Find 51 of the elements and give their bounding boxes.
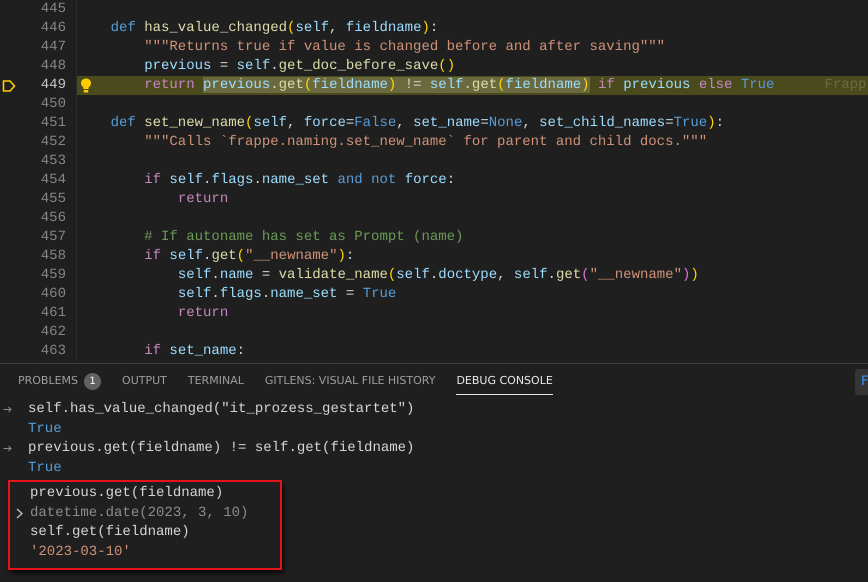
- line-number: 462: [40, 323, 66, 342]
- line-number: 456: [40, 209, 66, 228]
- code-line: previous = self.get_doc_before_save(): [144, 57, 456, 76]
- line-number: 446: [40, 19, 66, 38]
- line-number: 458: [40, 247, 66, 266]
- count-badge: 1: [84, 372, 102, 390]
- line-number: 445: [40, 0, 66, 19]
- panel-tab[interactable]: TERMINAL: [188, 368, 244, 396]
- panel-tab[interactable]: OUTPUT: [122, 368, 167, 396]
- prompt-arrow-icon: [3, 406, 12, 414]
- line-number: 451: [40, 114, 66, 133]
- code-line: if self.get("__newname"):: [144, 247, 354, 266]
- line-number: 450: [40, 95, 66, 114]
- line-number: 461: [40, 304, 66, 323]
- result-text: True: [28, 458, 62, 478]
- panel-tab[interactable]: PROBLEMS 1: [18, 368, 102, 396]
- panel-tab[interactable]: GITLENS: VISUAL FILE HISTORY: [264, 368, 436, 396]
- code-line: if set_name:: [144, 342, 246, 361]
- code-line: return: [178, 304, 228, 323]
- result-text: datetime.date(2023, 3, 10): [30, 504, 248, 523]
- command-text: previous.get(fieldname): [30, 484, 224, 504]
- line-number: 453: [40, 152, 66, 171]
- result-text: True: [28, 420, 62, 439]
- execution-arrow-icon: [2, 78, 16, 92]
- code-line: # If autoname has set as Prompt (name): [144, 228, 464, 247]
- code-line: def has_value_changed(self, fieldname):: [110, 19, 438, 38]
- command-text: previous.get(fieldname) != self.get(fieldname): [28, 439, 414, 458]
- panel-tab[interactable]: DEBUG CONSOLE: [456, 368, 553, 396]
- line-number: 455: [40, 190, 66, 209]
- line-number: 448: [40, 57, 66, 76]
- code-line: self.flags.name_set = True: [178, 285, 396, 304]
- line-number: 459: [40, 266, 66, 285]
- line-number: 457: [40, 228, 66, 247]
- line-number: 454: [40, 171, 66, 190]
- code-line: """Calls `frappe.naming.set_new_name` for parent and child docs.""": [144, 133, 708, 152]
- command-text: self.has_value_changed("it_prozess_gestartet"): [28, 400, 414, 420]
- line-number: 452: [40, 133, 66, 152]
- line-number: 463: [40, 342, 66, 361]
- code-line: def set_new_name(self, force=False, set_name=None, set_child_names=True):: [110, 114, 724, 133]
- code-line: """Returns true if value is changed before and after saving""": [144, 38, 666, 57]
- line-number: 447: [40, 38, 66, 57]
- line-number: 449: [40, 76, 66, 95]
- filter-button[interactable]: F: [855, 369, 868, 395]
- code-line: return previous.get(fieldname) != self.get(fieldname) if previous else True: [144, 76, 774, 95]
- prompt-arrow-icon: [3, 445, 12, 452]
- line-number: 460: [40, 285, 66, 304]
- result-text: '2023-03-10': [30, 542, 131, 562]
- command-text: self.get(fieldname): [30, 523, 190, 542]
- code-line: self.name = validate_name(self.doctype, self.get("__newname")): [178, 266, 699, 285]
- code-line: return: [178, 190, 228, 209]
- code-line: if self.flags.name_set and not force:: [144, 171, 456, 190]
